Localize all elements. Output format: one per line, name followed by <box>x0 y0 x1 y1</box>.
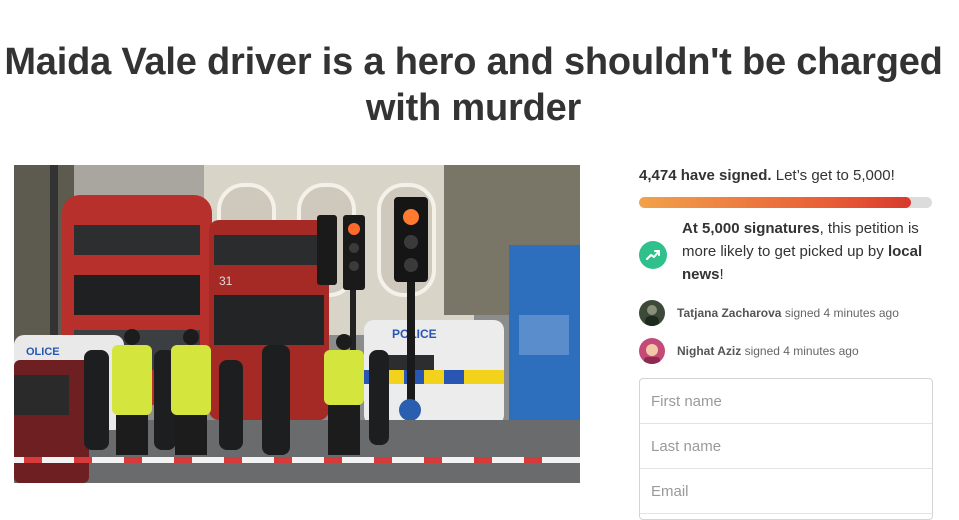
bus-route-number: 31 <box>219 274 233 288</box>
petition-sidebar: 4,474 have signed. Let’s get to 5,000! A… <box>639 165 933 364</box>
signer-time: signed 4 minutes ago <box>784 306 899 320</box>
signature-goal: Let’s get to 5,000! <box>775 167 895 184</box>
signer-time: signed 4 minutes ago <box>744 344 859 358</box>
last-name-field-wrap <box>640 424 932 469</box>
recent-signer: Tatjana Zacharova signed 4 minutes ago <box>639 300 933 326</box>
avatar <box>639 338 665 364</box>
petition-title: Maida Vale driver is a hero and shouldn'… <box>4 41 943 130</box>
milestone-end: ! <box>719 266 724 283</box>
first-name-input[interactable] <box>651 392 911 410</box>
email-input[interactable] <box>651 482 911 500</box>
signer-name: Tatjana Zacharova <box>677 306 782 320</box>
sign-form <box>639 378 933 520</box>
signer-name: Nighat Aziz <box>677 344 742 358</box>
avatar <box>639 300 665 326</box>
last-name-input[interactable] <box>651 437 911 455</box>
signature-progress-fill <box>639 197 912 208</box>
petition-photo: 31 POLICE OLICE <box>14 165 580 483</box>
recent-signer: Nighat Aziz signed 4 minutes ago <box>639 338 933 364</box>
signature-progress-bar <box>639 197 932 208</box>
email-field-wrap <box>640 469 932 514</box>
signed-count: 4,474 have signed. <box>639 167 772 184</box>
signature-progress-text: 4,474 have signed. Let’s get to 5,000! <box>639 165 933 187</box>
trending-up-icon <box>639 241 667 269</box>
police-car-text: OLICE <box>26 346 60 358</box>
first-name-field-wrap <box>640 379 932 424</box>
milestone-message: At 5,000 signatures, this petition is mo… <box>682 217 933 286</box>
milestone-target: At 5,000 signatures <box>682 220 820 237</box>
milestone-callout: At 5,000 signatures, this petition is mo… <box>639 217 933 286</box>
